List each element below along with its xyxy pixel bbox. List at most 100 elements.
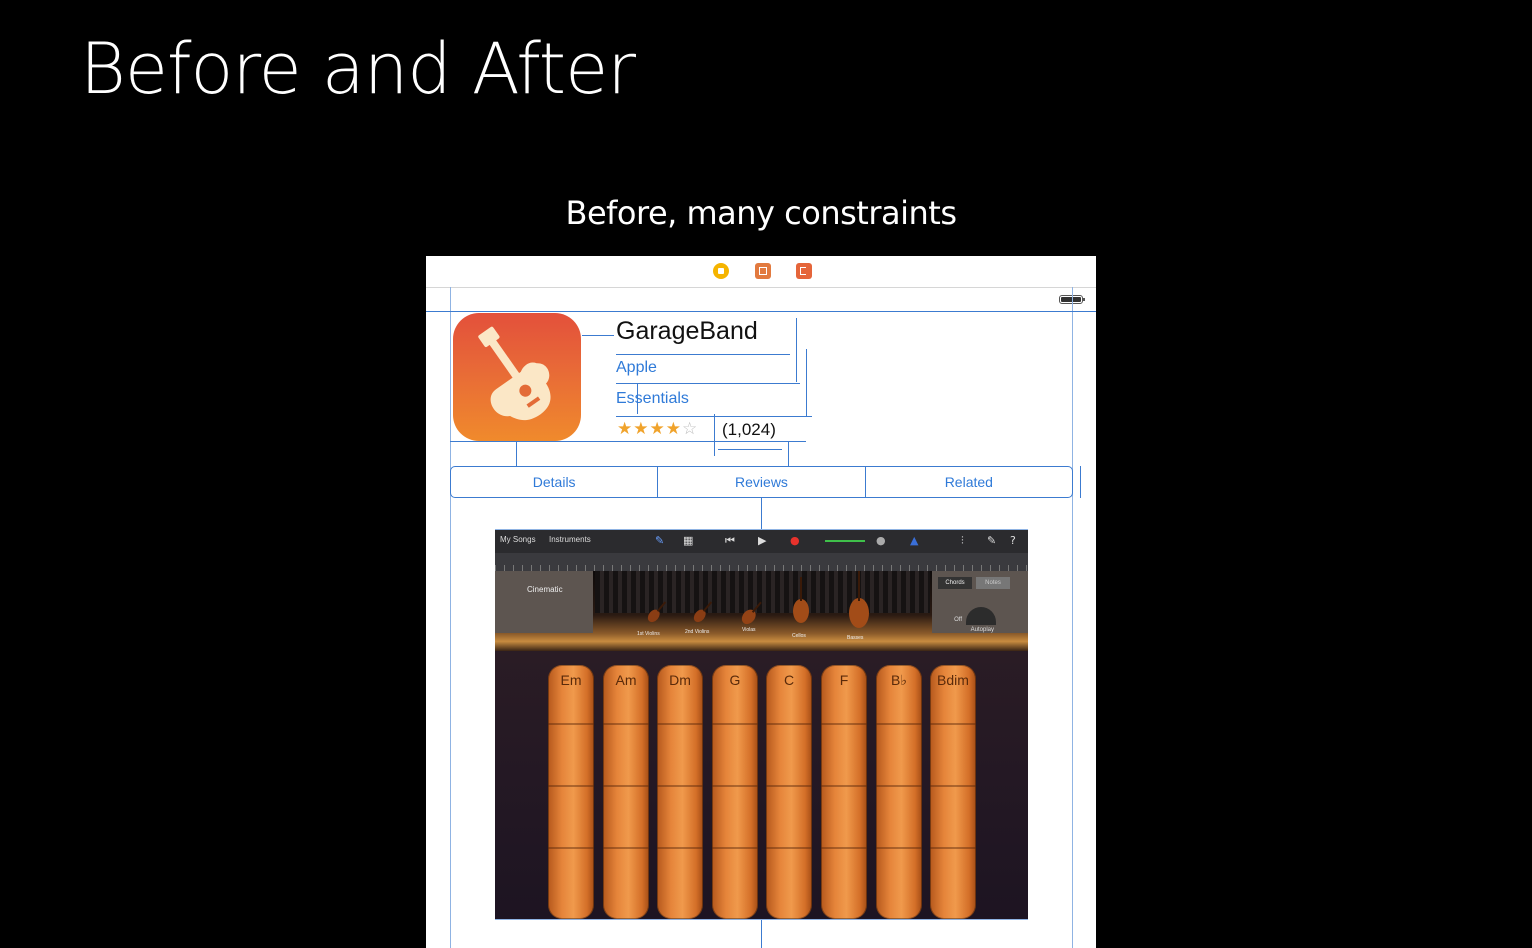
strip-divider [766, 723, 812, 725]
constraint-dev-trailing [616, 383, 800, 384]
slide-subtitle: Before, many constraints [565, 194, 957, 232]
app-name-label: GarageBand [616, 317, 758, 345]
margin-guide-right [1072, 287, 1073, 948]
autoplay-label: Autoplay [970, 627, 994, 633]
storyboard-canvas[interactable]: GarageBand Apple Essentials ★★★★☆ (1,024… [426, 256, 1096, 948]
gb-toolbar: My Songs Instruments ✎ ▦ ⏮ ▶ ● ● ▲ ⫶ ✎ ? [495, 529, 1028, 553]
help-icon: ? [1010, 534, 1016, 547]
strip-divider [766, 785, 812, 787]
constraint-icon-to-name [582, 335, 614, 336]
strip-divider [603, 723, 649, 725]
strip-divider [712, 847, 758, 849]
chord-label: G [729, 672, 741, 688]
strip-divider [603, 785, 649, 787]
view-controller-icon[interactable] [713, 263, 729, 279]
chord-label: B♭ [891, 672, 907, 688]
constraint-name-vertical [806, 349, 807, 417]
cello-icon [793, 577, 809, 623]
chord-strips: Em Am Dm G C F B♭ Bdim [495, 651, 1028, 919]
gb-right-panel: Chords Notes Off Autoplay [932, 571, 1028, 633]
scene-dock [426, 256, 1096, 288]
star-icon: ★ [665, 419, 682, 439]
settings-wrench-icon: ✎ [987, 534, 997, 547]
constraint-count-bottom [718, 449, 782, 450]
constraint-stars-count [714, 414, 715, 456]
rewind-icon: ⏮ [725, 534, 735, 547]
chord-strip-am: Am [603, 665, 649, 919]
chord-label: Em [560, 672, 582, 688]
strip-divider [548, 723, 594, 725]
strip-divider [821, 785, 867, 787]
developer-link[interactable]: Apple [616, 359, 657, 377]
chord-strip-bflat: B♭ [876, 665, 922, 919]
strip-divider [548, 847, 594, 849]
chord-label: Am [615, 672, 637, 688]
strip-divider [712, 723, 758, 725]
instrument-label: Cellos [792, 633, 806, 639]
star-empty-icon: ☆ [682, 419, 699, 439]
chord-strip-em: Em [548, 665, 594, 919]
chord-strip-c: C [766, 665, 812, 919]
strip-divider [821, 723, 867, 725]
strip-divider [657, 723, 703, 725]
instrument-label: Basses [847, 635, 864, 641]
my-songs-button: My Songs [500, 535, 536, 544]
notes-toggle: Notes [976, 577, 1010, 589]
instruments-button: Instruments [549, 535, 591, 544]
exit-icon[interactable] [796, 263, 812, 279]
viola-icon [741, 601, 762, 625]
garageband-app-icon [453, 313, 581, 441]
slide-title: Before and After [80, 28, 636, 110]
instrument-view-icon: ✎ [655, 534, 665, 547]
tab-related[interactable]: Related [864, 467, 1072, 497]
tab-details[interactable]: Details [451, 467, 657, 497]
guitar-icon [478, 326, 551, 421]
volume-knob-icon: ● [876, 534, 886, 547]
chord-strip-g: G [712, 665, 758, 919]
strip-divider [657, 785, 703, 787]
violin-icon [647, 601, 667, 623]
star-icon: ★ [617, 419, 634, 439]
strip-divider [930, 785, 976, 787]
bass-icon [849, 571, 869, 628]
chord-strip-dm: Dm [657, 665, 703, 919]
star-icon: ★ [649, 419, 666, 439]
constraint-header-bottom [450, 441, 806, 442]
autoplay-dial [966, 607, 996, 625]
tracks-view-icon: ▦ [683, 534, 694, 547]
constraint-top-vertical [796, 318, 797, 382]
chords-toggle: Chords [938, 577, 972, 589]
top-layout-guide [426, 311, 1096, 312]
star-rating: ★★★★☆ [617, 419, 698, 439]
star-icon: ★ [633, 419, 650, 439]
instrument-label: Violas [742, 627, 756, 633]
instrument-label: 2nd Violins [685, 629, 710, 635]
first-responder-icon[interactable] [755, 263, 771, 279]
margin-guide-left [450, 287, 451, 948]
play-icon: ▶ [758, 534, 767, 547]
gb-ruler [495, 553, 1028, 571]
strip-divider [712, 785, 758, 787]
constraint-icon-to-tabs [516, 441, 517, 466]
chord-label: Dm [669, 672, 691, 688]
tab-reviews[interactable]: Reviews [657, 467, 864, 497]
metronome-icon: ▲ [910, 534, 919, 547]
chord-label: F [839, 672, 849, 688]
constraint-image-bottom [761, 919, 762, 948]
strip-divider [930, 723, 976, 725]
garageband-screenshot: My Songs Instruments ✎ ▦ ⏮ ▶ ● ● ▲ ⫶ ✎ ?… [495, 529, 1028, 919]
strip-divider [876, 785, 922, 787]
constraint-count-vertical [788, 441, 789, 466]
strip-divider [876, 723, 922, 725]
category-link[interactable]: Essentials [616, 390, 689, 408]
chord-label: Bdim [937, 672, 969, 688]
battery-icon [1059, 295, 1085, 304]
rating-count-label: (1,024) [722, 420, 776, 439]
gb-stage: Cinematic Chords Notes Off Autoplay 1st … [495, 571, 1028, 651]
strip-divider [876, 847, 922, 849]
chord-strip-bdim: Bdim [930, 665, 976, 919]
strip-divider [766, 847, 812, 849]
strip-divider [603, 847, 649, 849]
constraint-tabs-height [1080, 466, 1081, 498]
image-bounds-top [495, 529, 1028, 530]
